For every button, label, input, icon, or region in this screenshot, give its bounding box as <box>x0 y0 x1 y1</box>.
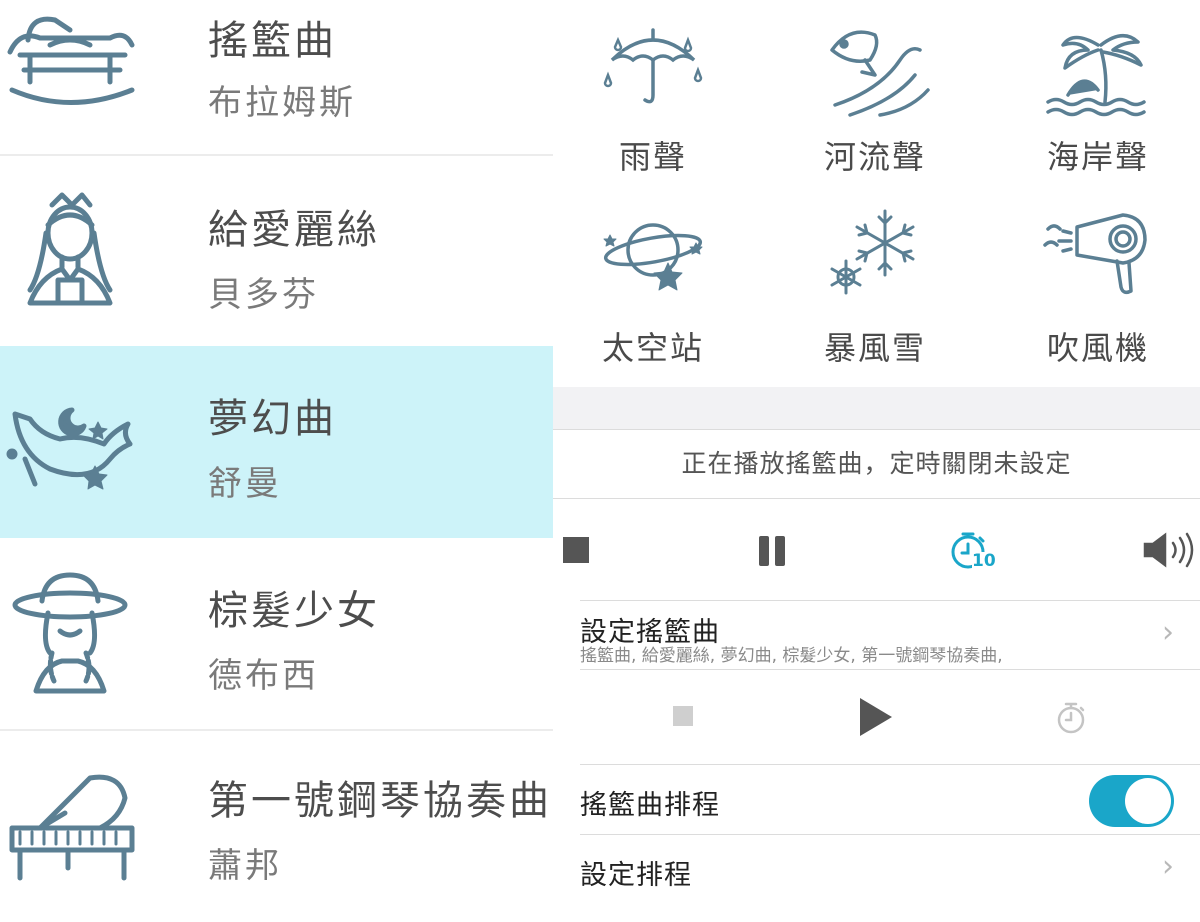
song-title: 搖籃曲 <box>208 18 337 64</box>
planet-icon <box>603 223 703 291</box>
secondary-timer-button[interactable] <box>1055 700 1087 736</box>
sound-label: 河流聲 <box>823 138 926 176</box>
sound-panel: 雨聲 河流聲 海岸聲 太空站 暴風雪 吹風機 正在播放搖籃曲，定時關閉未設定 1… <box>553 0 1200 900</box>
secondary-stop-button[interactable] <box>673 706 693 726</box>
sound-item-coast[interactable]: 海岸聲 <box>998 20 1198 200</box>
song-composer: 蕭邦 <box>208 846 282 886</box>
pause-button[interactable] <box>757 536 789 566</box>
lullaby-playlist-summary: 搖籃曲, 給愛麗絲, 夢幻曲, 棕髮少女, 第一號鋼琴協奏曲, <box>580 646 1003 666</box>
set-schedule-row[interactable]: 設定排程 › <box>553 835 1200 900</box>
set-lullaby-row[interactable]: 設定搖籃曲 搖籃曲, 給愛麗絲, 夢幻曲, 棕髮少女, 第一號鋼琴協奏曲, › <box>553 601 1200 669</box>
sound-item-space-station[interactable]: 太空站 <box>553 205 753 385</box>
sound-item-river[interactable]: 河流聲 <box>775 20 975 200</box>
whale-moon-icon <box>0 374 140 514</box>
divider <box>553 498 1200 499</box>
sleep-timer-button[interactable]: 10 <box>948 528 996 576</box>
sound-item-rain[interactable]: 雨聲 <box>553 20 753 200</box>
divider <box>580 669 1200 670</box>
sound-label: 吹風機 <box>1046 329 1149 367</box>
song-title: 給愛麗絲 <box>208 207 380 253</box>
piano-icon <box>0 758 140 898</box>
volume-button[interactable] <box>1141 530 1197 570</box>
toggle-knob <box>1125 778 1171 824</box>
now-playing-status: 正在播放搖籃曲，定時關閉未設定 <box>681 449 1072 478</box>
chevron-right-icon: › <box>1162 849 1174 884</box>
girl-icon <box>0 185 140 325</box>
song-composer: 貝多芬 <box>208 275 319 315</box>
sound-label: 雨聲 <box>618 138 687 176</box>
umbrella-rain-icon <box>603 28 703 104</box>
snowflake-icon <box>830 209 915 295</box>
song-composer: 舒曼 <box>208 464 282 504</box>
girl-hat-icon <box>0 563 140 703</box>
sound-label: 太空站 <box>601 329 704 367</box>
chevron-right-icon: › <box>1162 615 1174 650</box>
song-list: 搖籃曲 布拉姆斯 給愛麗絲 貝多芬 夢幻曲 舒曼 棕髮少女 德布西 第一號鋼琴協… <box>0 0 553 900</box>
song-item-traumerei[interactable]: 夢幻曲 舒曼 <box>0 346 553 538</box>
song-item-lullaby[interactable]: 搖籃曲 布拉姆斯 <box>0 0 553 152</box>
song-composer: 布拉姆斯 <box>208 83 356 123</box>
play-button[interactable] <box>860 698 892 736</box>
palm-beach-icon <box>1046 34 1146 117</box>
song-title: 棕髮少女 <box>208 588 380 634</box>
timer-badge: 10 <box>972 551 996 571</box>
sound-item-blizzard[interactable]: 暴風雪 <box>775 205 975 385</box>
sound-label: 海岸聲 <box>1046 138 1149 176</box>
fish-river-icon <box>830 30 930 117</box>
lullaby-schedule-toggle[interactable] <box>1089 775 1174 827</box>
song-item-girl-flaxen-hair[interactable]: 棕髮少女 德布西 <box>0 538 553 730</box>
song-item-piano-concerto[interactable]: 第一號鋼琴協奏曲 蕭邦 <box>0 730 553 922</box>
hair-dryer-icon <box>1043 213 1147 295</box>
timer-icon <box>1057 702 1085 734</box>
song-composer: 德布西 <box>208 656 319 696</box>
song-item-fur-elise[interactable]: 給愛麗絲 貝多芬 <box>0 155 553 347</box>
set-schedule-label: 設定排程 <box>580 860 692 891</box>
sound-item-hair-dryer[interactable]: 吹風機 <box>998 205 1198 385</box>
lullaby-schedule-label: 搖籃曲排程 <box>580 790 720 821</box>
sound-label: 暴風雪 <box>823 329 926 367</box>
song-title: 第一號鋼琴協奏曲 <box>208 778 552 824</box>
pause-icon <box>759 536 769 566</box>
speaker-icon <box>1143 532 1194 568</box>
song-title: 夢幻曲 <box>208 396 337 442</box>
cradle-icon <box>0 0 140 130</box>
section-separator <box>553 387 1200 429</box>
stop-button[interactable] <box>563 537 589 563</box>
